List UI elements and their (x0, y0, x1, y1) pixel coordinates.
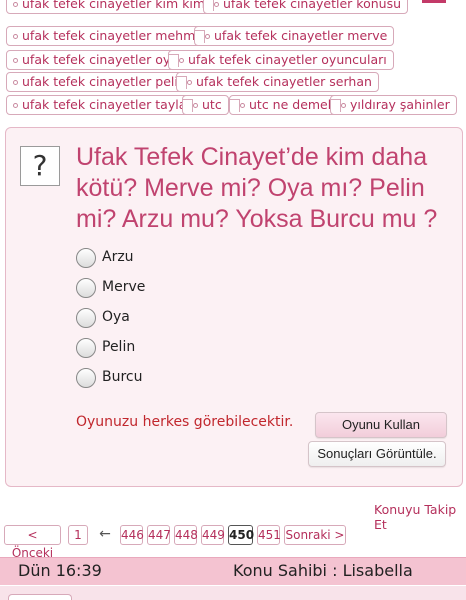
radio-button[interactable] (76, 308, 96, 328)
option-label: Pelin (102, 339, 136, 355)
radio-button[interactable] (76, 278, 96, 298)
tag-label: utc ne demek (249, 97, 335, 112)
page-link[interactable]: 446 (120, 525, 144, 545)
topic-owner: Konu Sahibi : Lisabella (233, 561, 413, 580)
tag-bullet-icon (13, 34, 18, 39)
tag-bullet-icon (179, 58, 184, 63)
tag-label: ufak tefek cinayetler mehmet (22, 28, 208, 43)
current-page: 450 (228, 525, 254, 545)
post-date: Dün 16:39 (18, 561, 102, 580)
tag-link[interactable]: ufak tefek cinayetler konusu (203, 0, 409, 14)
option-label: Oya (102, 309, 130, 325)
radio-button[interactable] (76, 338, 96, 358)
tag-label: ufak tefek cinayetler oya (22, 52, 178, 67)
tag-label: ufak tefek cinayetler pelin (22, 74, 186, 89)
post-tab (8, 594, 72, 600)
tag-label: ufak tefek cinayetler oyuncuları (188, 52, 387, 67)
tag-bullet-icon (205, 34, 210, 39)
arrow-left-icon: ← (99, 526, 111, 542)
tag-link[interactable]: ufak tefek cinayetler taylan (6, 95, 202, 115)
tag-bullet-icon (187, 80, 192, 85)
tag-link[interactable]: yıldıray şahinler (330, 95, 457, 115)
page-link[interactable]: 447 (147, 525, 171, 545)
tag-bullet-icon (214, 2, 219, 7)
use-vote-button[interactable]: Oyunu Kullan (315, 412, 447, 438)
option-label: Burcu (102, 369, 143, 385)
post-footer-bar: Dün 16:39 Konu Sahibi : Lisabella (0, 557, 466, 585)
tag-bullet-icon (13, 2, 18, 7)
tag-label: yıldıray şahinler (350, 97, 450, 112)
tag-link[interactable]: ufak tefek cinayetler merve (194, 26, 395, 46)
tag-link[interactable]: ufak tefek cinayetler serhan (176, 72, 379, 92)
option-label: Arzu (102, 249, 134, 265)
poll-box: ? Ufak Tefek Cinayet’de kim daha kötü? M… (5, 127, 463, 487)
poll-question: Ufak Tefek Cinayet’de kim daha kötü? Mer… (76, 143, 438, 233)
next-post-strip (0, 586, 466, 600)
tag-label: ufak tefek cinayetler konusu (223, 0, 402, 11)
view-results-button[interactable]: Sonuçları Görüntüle. (308, 441, 446, 467)
tag-label: ufak tefek cinayetler kim kimdir (22, 0, 222, 11)
tag-bullet-icon (13, 80, 18, 85)
page-link[interactable]: 1 (68, 525, 88, 545)
page-link[interactable]: 448 (174, 525, 198, 545)
tag-link[interactable]: ufak tefek cinayetler mehmet (6, 26, 215, 46)
vote-visibility-notice: Oyunuzu herkes görebilecektir. (76, 414, 294, 430)
tag-link[interactable]: ufak tefek cinayetler oya (6, 50, 185, 70)
tag-link[interactable]: ufak tefek cinayetler pelin (6, 72, 193, 92)
page-link[interactable]: 449 (201, 525, 225, 545)
tag-bullet-icon (13, 103, 18, 108)
next-page-button[interactable]: Sonraki > (284, 525, 346, 545)
tag-link[interactable]: ufak tefek cinayetler kim kimdir (6, 0, 229, 14)
radio-button[interactable] (76, 368, 96, 388)
radio-button[interactable] (76, 248, 96, 268)
tag-link[interactable]: utc (182, 95, 229, 115)
tag-bullet-icon (193, 103, 198, 108)
tag-label: ufak tefek cinayetler taylan (22, 97, 195, 112)
question-mark-icon: ? (20, 146, 60, 186)
tag-link[interactable]: ufak tefek cinayetler oyuncuları (168, 50, 394, 70)
option-label: Merve (102, 279, 146, 295)
tag-label: utc (202, 97, 222, 112)
tag-bullet-icon (13, 58, 18, 63)
tag-link[interactable]: utc ne demek (229, 95, 342, 115)
follow-topic-link[interactable]: Konuyu Takip Et (374, 502, 466, 532)
prev-page-button[interactable]: < Önceki (4, 525, 61, 560)
tag-bullet-icon (341, 103, 346, 108)
tag-label: ufak tefek cinayetler merve (214, 28, 388, 43)
tag-label: ufak tefek cinayetler serhan (196, 74, 372, 89)
tag-bullet-icon (240, 103, 245, 108)
top-accent (422, 0, 446, 3)
page-link[interactable]: 451 (257, 525, 281, 545)
